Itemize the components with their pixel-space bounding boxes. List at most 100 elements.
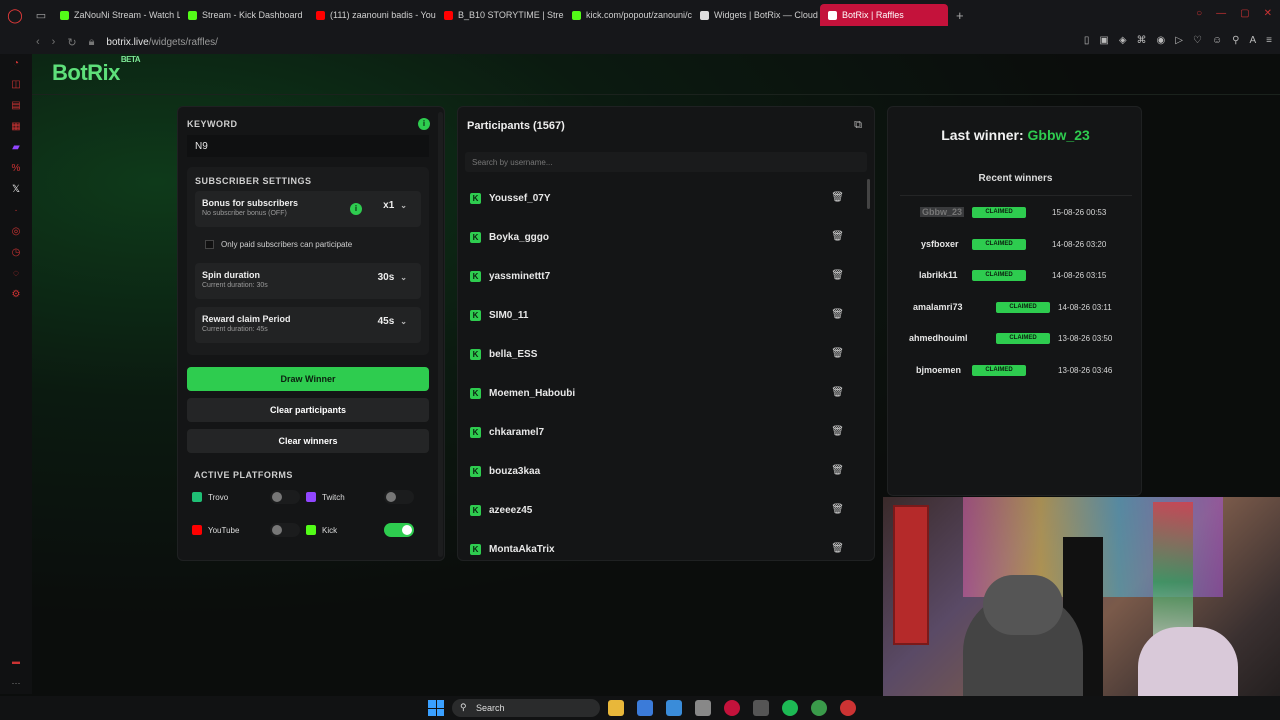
url-field[interactable]: botrix.live/widgets/raffles/	[106, 37, 218, 48]
sidebar-bulb-icon[interactable]: ◌	[13, 268, 19, 279]
store-icon[interactable]	[637, 700, 653, 716]
extensions-icon[interactable]: ⚲	[1232, 35, 1239, 46]
taskbar: ⚲ Search	[0, 696, 1280, 720]
participant-row: K MontaAkaTrix 🗑︎	[462, 530, 862, 559]
participant-list-scrollbar[interactable]	[867, 179, 870, 209]
maximize-icon[interactable]: ▢	[1240, 8, 1249, 19]
sidebar-clock-icon[interactable]: ◷	[12, 247, 21, 258]
back-icon[interactable]: ‹	[36, 36, 40, 48]
kick-toggle[interactable]	[384, 523, 414, 537]
chrome-icon[interactable]	[811, 700, 827, 716]
trash-icon[interactable]: 🗑︎	[831, 348, 844, 359]
sidebar-mode-icon[interactable]: ▬	[12, 657, 20, 666]
sidebar-twitch-icon[interactable]: ▰	[12, 142, 20, 153]
clear-participants-button[interactable]: Clear participants	[187, 398, 429, 422]
trash-icon[interactable]: 🗑︎	[831, 309, 844, 320]
draw-winner-button[interactable]: Draw Winner	[187, 367, 429, 391]
ai-icon[interactable]: A	[1249, 35, 1256, 46]
bonus-info-icon[interactable]: i	[350, 203, 362, 215]
trash-icon[interactable]: 🗑︎	[831, 387, 844, 398]
translate-icon[interactable]: ⌘	[1137, 35, 1147, 46]
file-explorer-icon[interactable]	[608, 700, 624, 716]
copy-icon[interactable]: ⧉	[854, 119, 862, 132]
reward-claim-select[interactable]: 45s ⌄	[378, 316, 407, 327]
browser-tab[interactable]: ZaNouNi Stream - Watch L	[52, 4, 180, 26]
snapshot-icon[interactable]: ▣	[1099, 35, 1108, 46]
participant-name: yassminettt7	[489, 271, 551, 282]
kick-icon: K	[470, 193, 481, 204]
forward-icon[interactable]: ›	[52, 36, 56, 48]
trash-icon[interactable]: 🗑︎	[831, 426, 844, 437]
browser-tab[interactable]: Stream - Kick Dashboard	[180, 4, 308, 26]
winner-row: labrikk11 CLAIMED 14-08-26 03:15	[888, 268, 1143, 288]
tab-switcher-icon[interactable]: ▭	[30, 9, 52, 22]
keyword-input[interactable]	[187, 135, 429, 157]
claimed-badge: CLAIMED	[972, 364, 1026, 376]
sidebar-shop-icon[interactable]: ◫	[11, 79, 20, 90]
trash-icon[interactable]: 🗑︎	[831, 543, 844, 554]
winner-name: bjmoemen	[916, 364, 962, 375]
settings-scrollbar[interactable]	[438, 112, 443, 557]
sidebar-messenger-icon[interactable]: ▤	[11, 100, 20, 111]
tab-label: ZaNouNi Stream - Watch L	[74, 10, 180, 20]
botrix-logo[interactable]: BotRixBETA	[52, 55, 141, 86]
url-path: /widgets/raffles/	[148, 36, 218, 48]
trash-icon[interactable]: 🗑︎	[831, 270, 844, 281]
sidebar-more-icon[interactable]: ···	[12, 678, 21, 688]
trash-icon[interactable]: 🗑︎	[831, 465, 844, 476]
seated-person-cap	[983, 575, 1063, 635]
trash-icon[interactable]: 🗑︎	[831, 192, 844, 203]
trovo-toggle[interactable]	[270, 490, 300, 504]
clear-winners-button[interactable]: Clear winners	[187, 429, 429, 453]
winner-row: bjmoemen CLAIMED 13-08-26 03:46	[888, 363, 1143, 383]
reload-icon[interactable]: ↻	[67, 36, 76, 49]
app-icon[interactable]	[840, 700, 856, 716]
browser-tab[interactable]: (111) zaanouni badis - YouT	[308, 4, 436, 26]
heart-icon[interactable]: ♡	[1193, 35, 1202, 46]
browser-tab[interactable]: kick.com/popout/zanouni/c	[564, 4, 692, 26]
trash-icon[interactable]: 🗑︎	[831, 504, 844, 515]
bonus-multiplier-select[interactable]: x1 ⌄	[383, 200, 407, 211]
bookmark-icon[interactable]: ▯	[1084, 35, 1090, 46]
windows-start-icon[interactable]	[428, 700, 444, 716]
sidebar-news-icon[interactable]: ▦	[11, 121, 20, 132]
participants-title: Participants (1567)	[467, 120, 565, 132]
calculator-icon[interactable]	[695, 700, 711, 716]
opera-logo-icon[interactable]: ◯	[0, 0, 30, 30]
spin-duration-select[interactable]: 30s ⌄	[378, 272, 407, 283]
taskbar-search[interactable]: ⚲ Search	[452, 699, 600, 717]
sidebar-x-icon[interactable]: 𝕏	[12, 184, 20, 195]
copilot-icon[interactable]	[666, 700, 682, 716]
sidebar-settings-icon[interactable]: ⚙	[12, 289, 21, 300]
close-icon[interactable]: ✕	[1264, 8, 1272, 19]
obs-icon[interactable]	[753, 700, 769, 716]
spotify-icon[interactable]	[782, 700, 798, 716]
search-tabs-icon[interactable]: ○	[1196, 8, 1202, 19]
browser-tab[interactable]: BotRix | Raffles	[820, 4, 948, 26]
camera-icon[interactable]: ◉	[1157, 35, 1166, 46]
profile-icon[interactable]: ☺	[1212, 35, 1222, 46]
info-icon[interactable]: i	[418, 118, 430, 130]
shield-icon[interactable]: ◈	[1119, 35, 1127, 46]
winner-date: 14-08-26 03:15	[1052, 271, 1107, 280]
paid-only-row[interactable]: Only paid subscribers can participate	[195, 235, 421, 255]
winners-panel: Last winner: Gbbw_23 Recent winners Gbbw…	[887, 106, 1142, 496]
sidebar-tiktok-icon[interactable]: %	[12, 163, 21, 174]
sidebar-history-icon[interactable]: ◔	[13, 58, 19, 69]
menu-icon[interactable]: ≡	[1266, 35, 1272, 46]
minimize-icon[interactable]: —	[1216, 8, 1226, 19]
tab-favicon-icon	[60, 10, 69, 20]
browser-tab[interactable]: B_B10 STORYTIME | Strea	[436, 4, 564, 26]
new-tab-button[interactable]: +	[948, 8, 972, 23]
paid-only-checkbox[interactable]	[205, 240, 214, 249]
play-icon[interactable]: ▷	[1175, 35, 1183, 46]
trash-icon[interactable]: 🗑︎	[831, 231, 844, 242]
browser-tab[interactable]: Widgets | BotRix — Cloud	[692, 4, 820, 26]
recent-winners-title: Recent winners	[978, 173, 1053, 184]
opera-icon[interactable]	[724, 700, 740, 716]
participant-search-input[interactable]	[465, 152, 867, 172]
sidebar-player-icon[interactable]: ◎	[12, 226, 21, 237]
youtube-toggle[interactable]	[270, 523, 300, 537]
twitch-toggle[interactable]	[384, 490, 414, 504]
platform-twitch: Twitch	[306, 486, 418, 508]
